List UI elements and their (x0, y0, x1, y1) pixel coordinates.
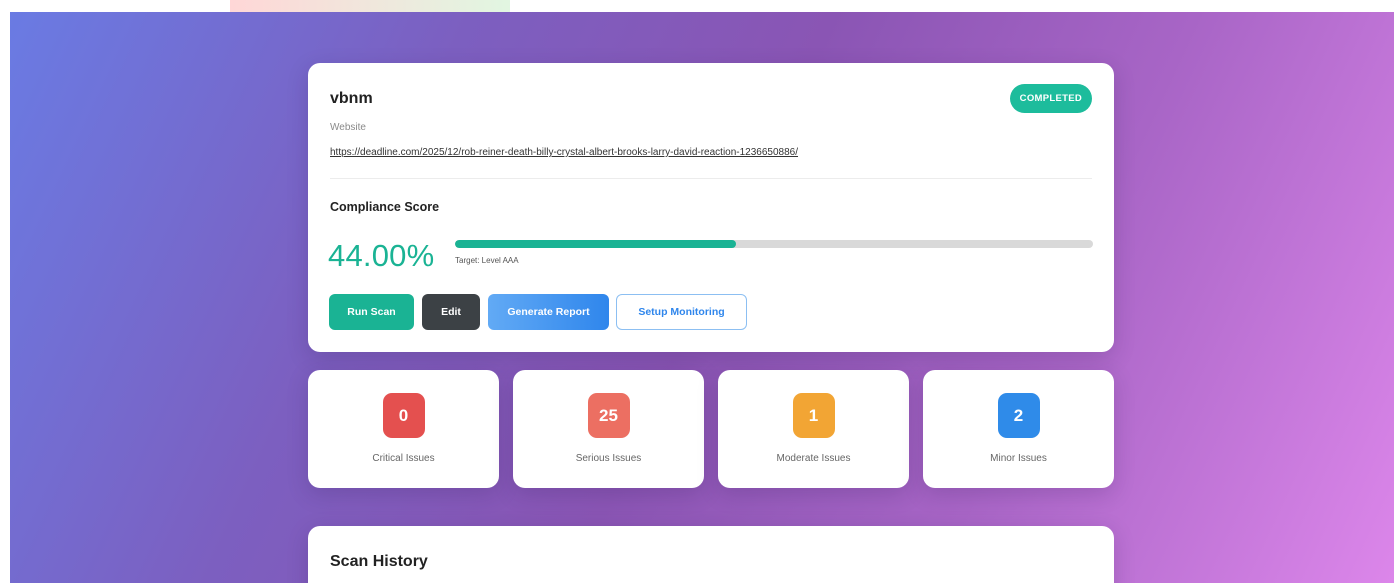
moderate-issues-label: Moderate Issues (776, 453, 851, 464)
moderate-issues-card: 1 Moderate Issues (718, 370, 909, 488)
scan-history-card: Scan History (308, 526, 1114, 583)
compliance-score-value: 44.00% (328, 238, 435, 273)
moderate-issues-count: 1 (792, 393, 835, 438)
minor-issues-card: 2 Minor Issues (923, 370, 1114, 488)
compliance-progress-bar (455, 240, 1093, 248)
serious-issues-count: 25 (587, 393, 630, 438)
project-url-link[interactable]: https://deadline.com/2025/12/rob-reiner-… (330, 147, 798, 158)
compliance-target: Target: Level AAA (455, 256, 519, 265)
generate-report-button[interactable]: Generate Report (488, 294, 609, 330)
critical-issues-card: 0 Critical Issues (308, 370, 499, 488)
minor-issues-label: Minor Issues (990, 453, 1047, 464)
serious-issues-card: 25 Serious Issues (513, 370, 704, 488)
minor-issues-count: 2 (997, 393, 1040, 438)
compliance-score-title: Compliance Score (330, 200, 440, 214)
serious-issues-label: Serious Issues (575, 453, 642, 464)
project-type: Website (330, 122, 366, 133)
setup-monitoring-button[interactable]: Setup Monitoring (616, 294, 747, 330)
edit-button[interactable]: Edit (422, 294, 480, 330)
critical-issues-count: 0 (382, 393, 425, 438)
compliance-progress-fill (455, 240, 736, 248)
project-name: vbnm (330, 90, 373, 107)
run-scan-button[interactable]: Run Scan (329, 294, 414, 330)
divider (330, 178, 1092, 179)
project-card: vbnm Website https://deadline.com/2025/1… (308, 63, 1114, 352)
top-decoration (230, 0, 510, 12)
scan-history-title: Scan History (330, 553, 428, 570)
critical-issues-label: Critical Issues (372, 453, 435, 464)
status-badge: COMPLETED (1009, 84, 1092, 113)
